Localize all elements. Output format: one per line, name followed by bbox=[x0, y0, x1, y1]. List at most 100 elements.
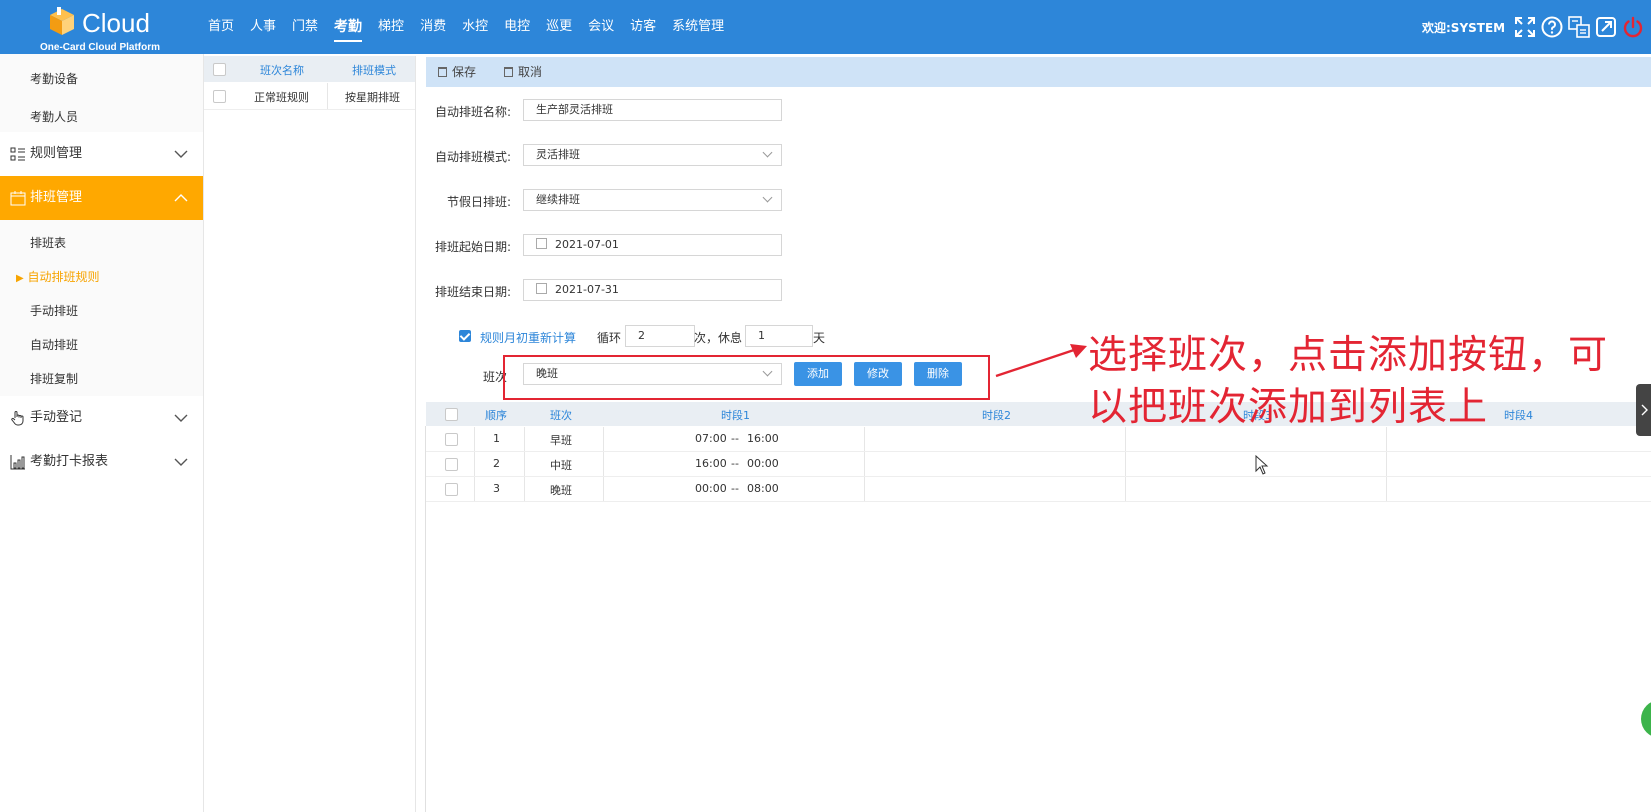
shift-cell: 晚班 bbox=[550, 484, 572, 497]
row-checkbox[interactable] bbox=[445, 458, 458, 471]
row-checkbox[interactable] bbox=[445, 433, 458, 446]
end-date-input[interactable]: 2021-07-31 bbox=[523, 279, 782, 301]
save-button[interactable]: 保存 bbox=[438, 57, 476, 87]
table-row[interactable]: 正常班规则 按星期排班 bbox=[204, 83, 415, 110]
nav-item-meeting[interactable]: 会议 bbox=[588, 0, 614, 54]
nav-item-attendance[interactable]: 考勤 bbox=[334, 0, 363, 54]
cancel-label: 取消 bbox=[518, 65, 543, 79]
period1-sep: -- bbox=[731, 432, 739, 445]
nav-item-visitor[interactable]: 访客 bbox=[630, 0, 656, 54]
column-divider bbox=[1125, 477, 1126, 501]
column-header-period2[interactable]: 时段2 bbox=[982, 407, 1011, 423]
sidebar-item-manual-schedule[interactable]: 手动排班 bbox=[30, 302, 78, 319]
sidebar-item-auto-rule[interactable]: ▶ 自动排班规则 bbox=[16, 268, 100, 285]
table-left-border bbox=[425, 426, 426, 812]
shift-cell: 早班 bbox=[550, 434, 572, 447]
rule-mode-cell: 按星期排班 bbox=[345, 91, 400, 104]
order-cell: 2 bbox=[493, 457, 500, 470]
nav-item-system[interactable]: 系统管理 bbox=[672, 0, 724, 54]
order-cell: 3 bbox=[493, 482, 500, 495]
rule-name-cell: 正常班规则 bbox=[254, 91, 309, 104]
language-icon[interactable] bbox=[1568, 16, 1590, 38]
nav-item-water[interactable]: 水控 bbox=[462, 0, 488, 54]
column-header-shift[interactable]: 班次 bbox=[550, 407, 572, 423]
table-row[interactable]: 3 晚班 00:00 -- 08:00 bbox=[426, 477, 1651, 502]
period1-end: 00:00 bbox=[747, 457, 779, 470]
rule-list-header: 班次名称 排班模式 bbox=[204, 56, 415, 82]
column-divider bbox=[603, 427, 604, 451]
column-divider bbox=[474, 427, 475, 451]
mode-select[interactable]: 灵活排班 bbox=[523, 144, 782, 166]
bar-chart-icon bbox=[10, 455, 25, 470]
column-divider bbox=[327, 83, 328, 109]
end-date-label: 排班结束日期: bbox=[435, 285, 512, 299]
select-all-checkbox[interactable] bbox=[445, 408, 458, 421]
rule-list-panel: 班次名称 排班模式 正常班规则 按星期排班 bbox=[204, 56, 416, 812]
sidebar-item-attendance-staff[interactable]: 考勤人员 bbox=[30, 108, 78, 125]
end-date-value: 2021-07-31 bbox=[555, 283, 619, 296]
column-divider bbox=[524, 427, 525, 451]
start-date-value: 2021-07-01 bbox=[555, 238, 619, 251]
column-divider bbox=[864, 427, 865, 451]
holiday-select[interactable]: 继续排班 bbox=[523, 189, 782, 211]
side-panel-toggle[interactable] bbox=[1636, 384, 1651, 436]
nav-item-home[interactable]: 首页 bbox=[208, 0, 234, 54]
column-divider bbox=[474, 452, 475, 476]
active-arrow-icon: ▶ bbox=[16, 273, 24, 284]
row-checkbox[interactable] bbox=[445, 483, 458, 496]
logo-subtitle: One-Card Cloud Platform bbox=[40, 42, 161, 53]
nav-item-patrol[interactable]: 巡更 bbox=[546, 0, 572, 54]
name-input[interactable]: 生产部灵活排班 bbox=[523, 99, 782, 121]
column-header-period1[interactable]: 时段1 bbox=[721, 407, 750, 423]
start-date-label: 排班起始日期: bbox=[435, 240, 512, 254]
nav-item-power[interactable]: 电控 bbox=[504, 0, 530, 54]
sidebar-item-label: 自动排班规则 bbox=[27, 270, 100, 284]
table-row[interactable]: 2 中班 16:00 -- 00:00 bbox=[426, 452, 1651, 477]
sidebar-item-auto-schedule[interactable]: 自动排班 bbox=[30, 336, 78, 353]
period1-end: 08:00 bbox=[747, 482, 779, 495]
mouse-cursor-icon bbox=[1255, 455, 1269, 475]
nav-item-consume[interactable]: 消费 bbox=[420, 0, 446, 54]
column-divider bbox=[864, 477, 865, 501]
sidebar-group-label: 排班管理 bbox=[30, 190, 83, 205]
calendar-icon bbox=[536, 238, 547, 249]
help-icon[interactable] bbox=[1541, 16, 1563, 38]
sidebar: 考勤设备 考勤人员 规则管理 排班管理 排班表 ▶ 自动排班规则 手动排班 自动… bbox=[0, 54, 204, 812]
sidebar-item-schedule-table[interactable]: 排班表 bbox=[30, 234, 66, 251]
column-header-mode[interactable]: 排班模式 bbox=[352, 62, 396, 78]
logo[interactable]: Cloud One-Card Cloud Platform bbox=[40, 4, 170, 53]
sidebar-group-rules[interactable]: 规则管理 bbox=[0, 132, 203, 176]
nav-item-hr[interactable]: 人事 bbox=[250, 0, 276, 54]
external-link-icon[interactable] bbox=[1595, 16, 1617, 38]
column-header-order[interactable]: 顺序 bbox=[485, 407, 507, 423]
chevron-down-icon bbox=[174, 150, 188, 158]
sidebar-item-attendance-device[interactable]: 考勤设备 bbox=[30, 70, 78, 87]
chevron-down-icon bbox=[174, 458, 188, 466]
select-all-checkbox[interactable] bbox=[213, 63, 226, 76]
sidebar-group-label: 考勤打卡报表 bbox=[30, 454, 109, 469]
chevron-up-icon bbox=[174, 194, 188, 202]
nav-item-access[interactable]: 门禁 bbox=[292, 0, 318, 54]
annotation-highlight-box bbox=[503, 355, 990, 400]
cycle-input[interactable]: 2 bbox=[625, 325, 695, 347]
nav-item-elevator[interactable]: 梯控 bbox=[378, 0, 404, 54]
start-date-input[interactable]: 2021-07-01 bbox=[523, 234, 782, 256]
column-header-name[interactable]: 班次名称 bbox=[260, 62, 304, 78]
period1-sep: -- bbox=[731, 457, 739, 470]
recalc-label[interactable]: 规则月初重新计算 bbox=[480, 329, 576, 346]
recalc-checkbox[interactable] bbox=[459, 330, 471, 342]
fullscreen-icon[interactable] bbox=[1514, 16, 1536, 38]
rest-input[interactable]: 1 bbox=[745, 325, 813, 347]
trash-icon bbox=[504, 67, 513, 77]
sidebar-item-schedule-copy[interactable]: 排班复制 bbox=[30, 370, 78, 387]
sidebar-group-report[interactable]: 考勤打卡报表 bbox=[0, 440, 203, 484]
name-label: 自动排班名称: bbox=[435, 105, 512, 119]
sidebar-group-schedule[interactable]: 排班管理 bbox=[0, 176, 203, 220]
sidebar-group-manual-register[interactable]: 手动登记 bbox=[0, 396, 203, 440]
floating-assist-button[interactable] bbox=[1641, 700, 1651, 738]
column-divider bbox=[864, 452, 865, 476]
power-icon[interactable] bbox=[1622, 16, 1644, 38]
column-divider bbox=[524, 452, 525, 476]
row-checkbox[interactable] bbox=[213, 90, 226, 103]
cancel-button[interactable]: 取消 bbox=[504, 57, 542, 87]
